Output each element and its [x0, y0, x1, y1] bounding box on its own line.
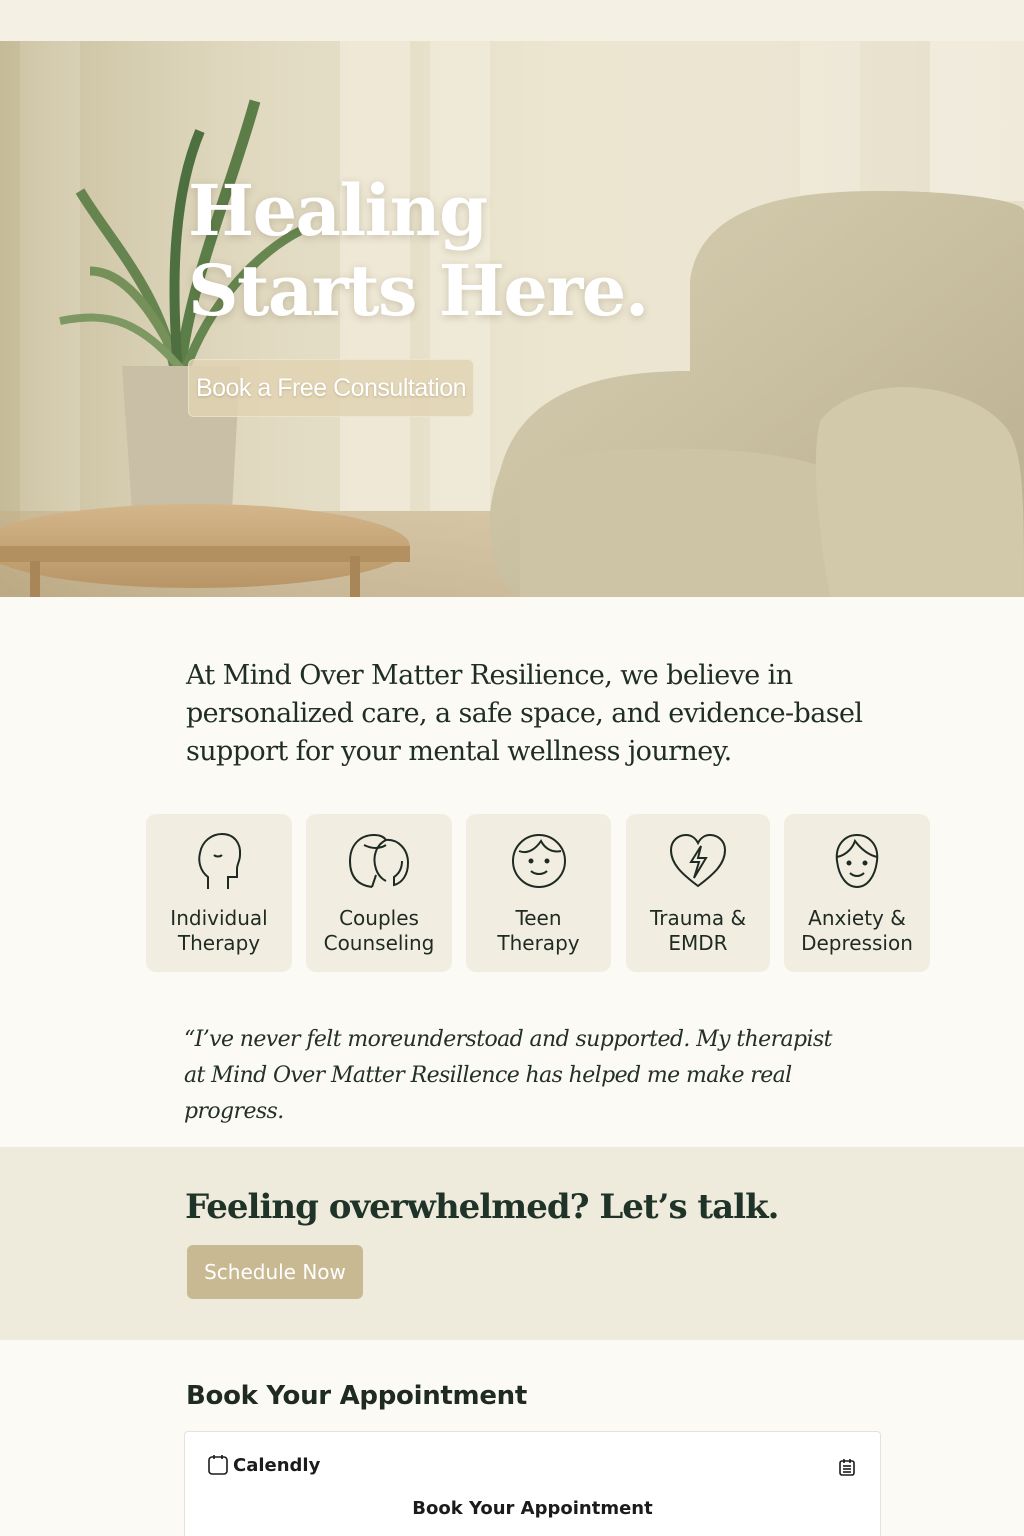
service-label: Individual Therapy: [170, 906, 268, 955]
hero-title: Healing Starts Here.: [188, 171, 668, 331]
service-label: Teen Therapy: [497, 906, 580, 955]
hero-title-line-1: Healing: [188, 169, 488, 252]
widget-title: Book Your Appointment: [412, 1498, 653, 1519]
heart-lightning-icon: [665, 830, 731, 892]
testimonial-quote: “I’ve never felt moreunderstoad and supp…: [184, 1027, 832, 1124]
head-profile-icon: [186, 830, 252, 892]
intro-paragraph: At Mind Over Matter Resilience, we belie…: [186, 660, 863, 767]
service-card-individual-therapy[interactable]: Individual Therapy: [146, 814, 292, 972]
calendar-icon[interactable]: [838, 1458, 856, 1481]
services-list: Individual Therapy Couples Counseling Te: [146, 814, 930, 972]
calendly-logo-icon: [208, 1455, 228, 1475]
person-face-icon: [824, 830, 890, 892]
calendly-widget[interactable]: Calendly Book Your Appointment: [184, 1431, 881, 1536]
service-card-couples-counseling[interactable]: Couples Counseling: [306, 814, 452, 972]
cta-section: [0, 1147, 1024, 1340]
service-label: Couples Counseling: [323, 906, 435, 955]
couple-faces-icon: [346, 830, 412, 892]
calendly-brand: Calendly: [207, 1454, 320, 1476]
book-free-consultation-button[interactable]: Book a Free Consultation: [188, 359, 474, 417]
service-card-anxiety-depression[interactable]: Anxiety & Depression: [784, 814, 930, 972]
service-label: Anxiety & Depression: [801, 906, 913, 955]
hero-section: Healing Starts Here. Book a Free Consult…: [0, 41, 1024, 597]
service-card-trauma-emdr[interactable]: Trauma & EMDR: [626, 814, 770, 972]
top-band: [0, 0, 1024, 41]
service-label: Trauma & EMDR: [649, 906, 747, 955]
hero-title-line-2: Starts Here.: [188, 249, 649, 332]
smiling-face-icon: [506, 830, 572, 892]
schedule-now-button[interactable]: Schedule Now: [187, 1245, 363, 1299]
calendly-brand-label: Calendly: [233, 1454, 321, 1476]
cta-title: Feeling overwhelmed? Let’s talk.: [185, 1187, 779, 1227]
service-card-teen-therapy[interactable]: Teen Therapy: [466, 814, 611, 972]
book-appointment-heading: Book Your Appointment: [186, 1381, 527, 1411]
